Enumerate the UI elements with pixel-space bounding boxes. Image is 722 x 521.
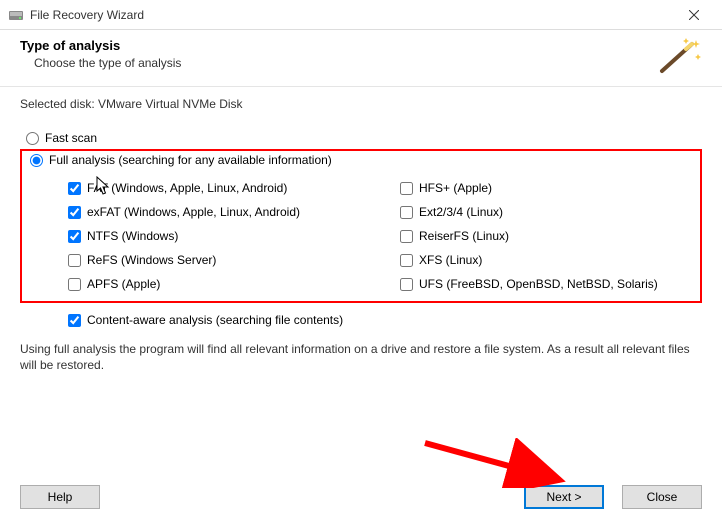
help-button[interactable]: Help (20, 485, 100, 509)
full-analysis-label: Full analysis (searching for any availab… (49, 153, 332, 167)
fs-xfs[interactable]: XFS (Linux) (400, 253, 692, 267)
description-text: Using full analysis the program will fin… (0, 327, 722, 373)
header: Type of analysis Choose the type of anal… (0, 30, 722, 80)
fast-scan-label: Fast scan (45, 131, 97, 145)
content-aware-checkbox[interactable]: Content-aware analysis (searching file c… (68, 313, 702, 327)
content: Selected disk: VMware Virtual NVMe Disk … (0, 89, 722, 327)
fs-ufs[interactable]: UFS (FreeBSD, OpenBSD, NetBSD, Solaris) (400, 277, 692, 291)
full-analysis-highlight: Full analysis (searching for any availab… (20, 149, 702, 303)
fs-exfat[interactable]: exFAT (Windows, Apple, Linux, Android) (68, 205, 360, 219)
wizard-wand-icon (652, 36, 702, 76)
fs-apfs[interactable]: APFS (Apple) (68, 277, 360, 291)
close-button[interactable]: Close (622, 485, 702, 509)
selected-disk-prefix: Selected disk: (20, 97, 98, 111)
page-title: Type of analysis (20, 38, 702, 53)
fs-ext[interactable]: Ext2/3/4 (Linux) (400, 205, 692, 219)
page-subtitle: Choose the type of analysis (34, 56, 702, 70)
fs-reiserfs[interactable]: ReiserFS (Linux) (400, 229, 692, 243)
content-aware-label: Content-aware analysis (searching file c… (87, 313, 343, 327)
full-analysis-radio[interactable]: Full analysis (searching for any availab… (30, 153, 692, 167)
filesystem-grid: FAT (Windows, Apple, Linux, Android) HFS… (30, 171, 692, 295)
titlebar: File Recovery Wizard (0, 0, 722, 30)
fs-fat[interactable]: FAT (Windows, Apple, Linux, Android) (68, 181, 360, 195)
window-title: File Recovery Wizard (30, 8, 674, 22)
content-aware-input[interactable] (68, 314, 81, 327)
selected-disk-label: Selected disk: VMware Virtual NVMe Disk (20, 97, 702, 111)
close-window-button[interactable] (674, 0, 714, 30)
next-button[interactable]: Next > (524, 485, 604, 509)
fast-scan-radio[interactable]: Fast scan (26, 131, 702, 145)
full-analysis-radio-input[interactable] (30, 154, 43, 167)
selected-disk-name: VMware Virtual NVMe Disk (98, 97, 242, 111)
fs-refs[interactable]: ReFS (Windows Server) (68, 253, 360, 267)
fs-ntfs[interactable]: NTFS (Windows) (68, 229, 360, 243)
app-icon (8, 7, 24, 23)
close-icon (689, 10, 699, 20)
fs-hfsplus[interactable]: HFS+ (Apple) (400, 181, 692, 195)
annotation-arrow-icon (420, 438, 580, 488)
button-bar: Help Next > Close (0, 485, 722, 509)
fast-scan-radio-input[interactable] (26, 132, 39, 145)
